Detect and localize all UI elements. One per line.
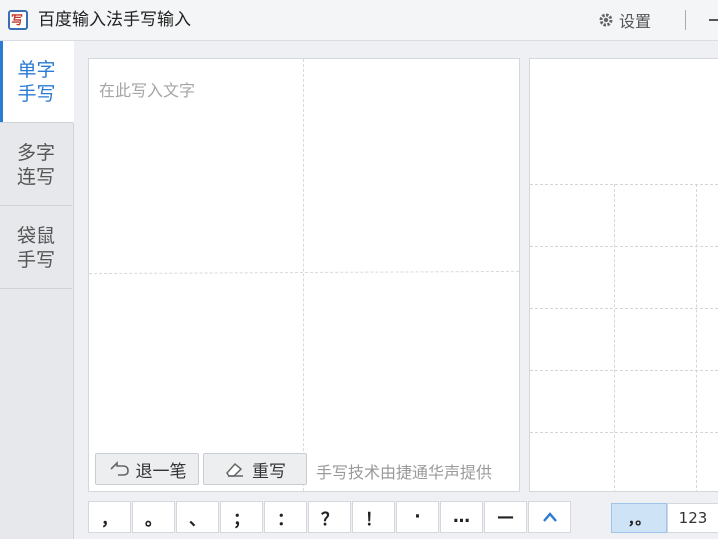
punct-key[interactable]: ？ xyxy=(308,501,351,533)
punct-key[interactable]: … xyxy=(440,501,483,533)
punctuation-bar: ， 。 、 ； ： ？ ！ · … — xyxy=(88,501,572,533)
grid-line xyxy=(530,370,718,371)
punct-key[interactable]: ； xyxy=(220,501,263,533)
punct-key[interactable]: ： xyxy=(264,501,307,533)
app-logo-icon: 写 xyxy=(8,10,28,30)
punct-key[interactable]: ！ xyxy=(352,501,395,533)
undo-hand-icon xyxy=(109,461,129,476)
window-title: 百度输入法手写输入 xyxy=(38,10,191,30)
pad-guide-vertical xyxy=(303,59,304,491)
punct-key[interactable]: — xyxy=(484,501,527,533)
grid-line xyxy=(530,246,718,247)
tech-credit: 手写技术由捷通华声提供 xyxy=(316,463,493,482)
gear-icon xyxy=(599,13,613,27)
grid-line xyxy=(696,184,697,491)
punctuation-mode-button[interactable]: ，。 xyxy=(611,503,667,533)
tab-label: 多字连写 xyxy=(16,141,55,188)
punct-key[interactable]: ， xyxy=(88,501,131,533)
handwriting-pad[interactable]: 在此写入文字 退一笔 重写 手写技术由捷通华声提供 xyxy=(88,58,520,492)
title-separator xyxy=(685,10,686,30)
grid-line xyxy=(614,184,615,491)
expand-punct-button[interactable] xyxy=(528,501,571,533)
settings-label: 设置 xyxy=(619,12,652,31)
tab-label: 袋鼠手写 xyxy=(16,224,55,271)
number-mode-button[interactable]: 123 xyxy=(667,503,718,533)
tab-single-char[interactable]: 单字手写 xyxy=(0,41,74,123)
rewrite-button[interactable]: 重写 xyxy=(203,453,307,485)
candidate-grid[interactable] xyxy=(529,58,718,492)
grid-line xyxy=(530,308,718,309)
tab-multi-char[interactable]: 多字连写 xyxy=(0,124,72,206)
pad-placeholder: 在此写入文字 xyxy=(99,81,196,100)
title-bar: 写 百度输入法手写输入 设置 xyxy=(0,0,718,41)
eraser-icon xyxy=(226,462,243,477)
undo-label: 退一笔 xyxy=(135,461,187,482)
settings-button[interactable]: 设置 xyxy=(598,8,651,32)
tab-kangaroo[interactable]: 袋鼠手写 xyxy=(0,207,72,289)
tab-label: 单字手写 xyxy=(17,58,56,105)
input-mode-toggle: ，。 123 xyxy=(611,503,718,533)
grid-line xyxy=(530,184,718,185)
mode-sidebar: 单字手写 多字连写 袋鼠手写 xyxy=(0,41,74,539)
punct-key[interactable]: 、 xyxy=(176,501,219,533)
minimize-button[interactable] xyxy=(703,11,718,29)
punct-key[interactable]: 。 xyxy=(132,501,175,533)
grid-line xyxy=(530,432,718,433)
chevron-up-icon xyxy=(542,512,557,522)
rewrite-label: 重写 xyxy=(252,461,286,482)
punct-key[interactable]: · xyxy=(396,501,439,533)
undo-stroke-button[interactable]: 退一笔 xyxy=(95,453,199,485)
